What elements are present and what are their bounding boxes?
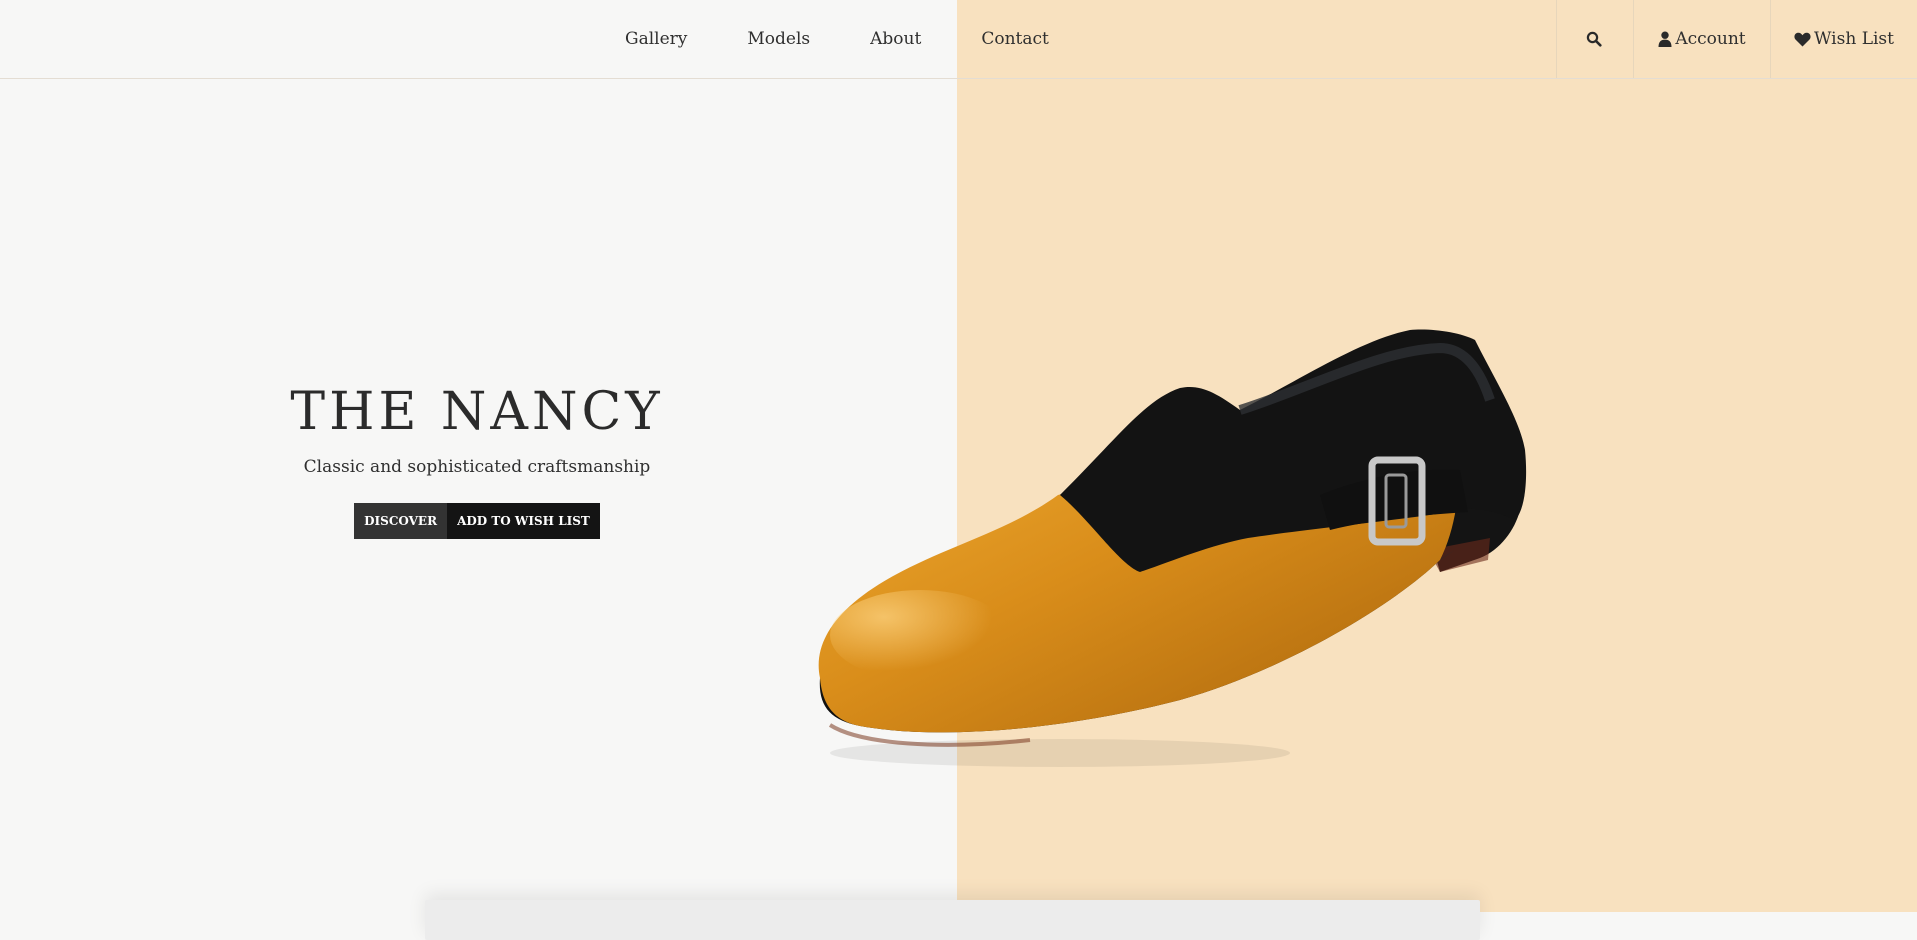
nav-link-about[interactable]: About xyxy=(870,29,921,49)
wishlist-label: Wish List xyxy=(1814,29,1894,49)
heart-icon xyxy=(1794,32,1811,47)
hero-content: THE NANCY Classic and sophisticated craf… xyxy=(250,372,704,539)
nav-actions: Account Wish List xyxy=(1556,0,1917,78)
discover-button[interactable]: DISCOVER xyxy=(354,503,448,539)
main-nav: Gallery Models About Contact xyxy=(610,0,1049,78)
nav-link-models[interactable]: Models xyxy=(747,29,810,49)
account-label: Account xyxy=(1675,29,1746,49)
content-card xyxy=(425,900,1480,940)
account-link[interactable]: Account xyxy=(1633,0,1770,78)
search-button[interactable] xyxy=(1556,0,1633,78)
nav-link-contact[interactable]: Contact xyxy=(981,29,1049,49)
navbar: Gallery Models About Contact Account Wis… xyxy=(0,0,1917,79)
nav-link-gallery[interactable]: Gallery xyxy=(625,29,687,49)
hero-buttons: DISCOVER ADD TO WISH LIST xyxy=(250,503,704,539)
add-to-wishlist-button[interactable]: ADD TO WISH LIST xyxy=(447,503,600,539)
user-icon xyxy=(1658,31,1672,47)
shoe-image xyxy=(818,329,1527,767)
hero-title: THE NANCY xyxy=(290,382,664,442)
wishlist-link[interactable]: Wish List xyxy=(1770,0,1917,78)
hero-subtitle: Classic and sophisticated craftsmanship xyxy=(303,457,651,477)
search-icon xyxy=(1586,31,1602,47)
